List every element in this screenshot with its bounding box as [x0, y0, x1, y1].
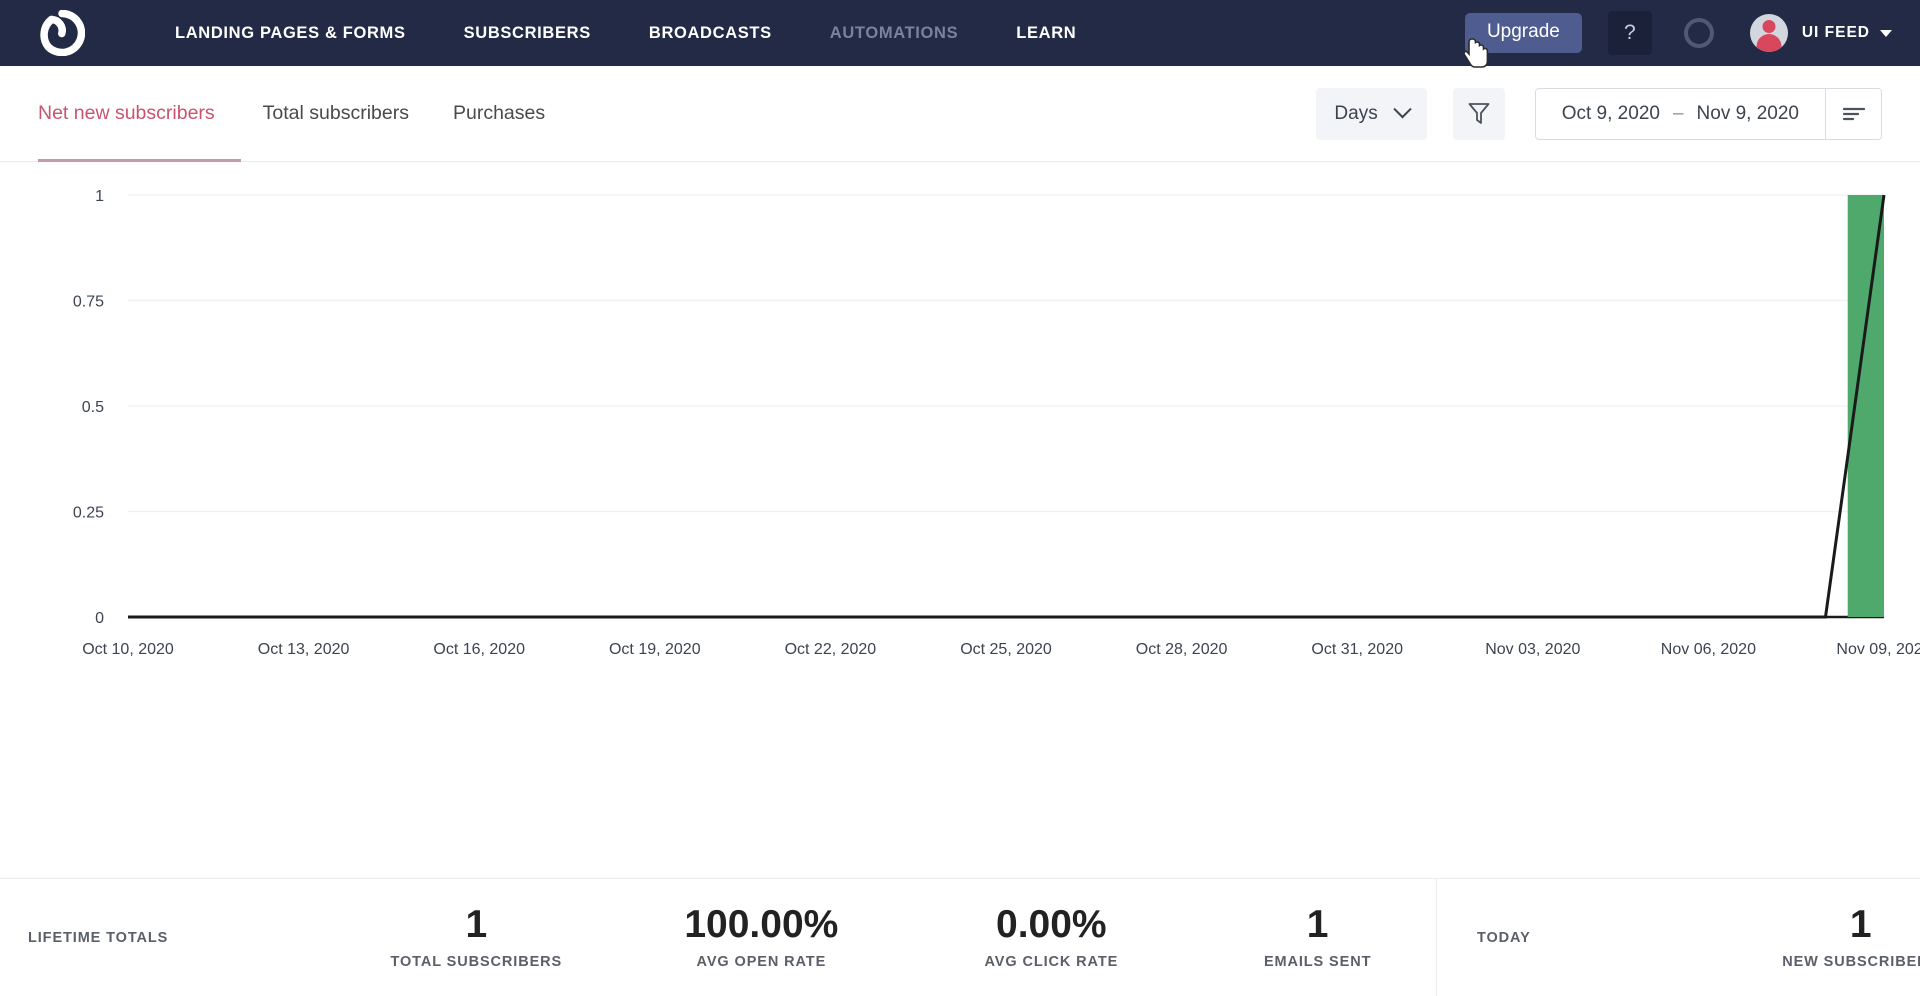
x-axis-tick-label: Oct 13, 2020 [258, 641, 350, 658]
date-range-dash: – [1673, 103, 1684, 125]
nav-item-landing-pages-and-forms[interactable]: LANDING PAGES & FORMS [146, 0, 435, 66]
x-axis-tick-label: Oct 25, 2020 [960, 641, 1052, 658]
stat-caption: AVG CLICK RATE [984, 954, 1118, 970]
top-navigation-bar: LANDING PAGES & FORMS SUBSCRIBERS BROADC… [0, 0, 1920, 66]
today-section: TODAY 1 NEW SUBSCRIBERS [1437, 879, 1920, 996]
metric-tabs: Net new subscribers Total subscribers Pu… [38, 66, 567, 161]
nav-item-learn[interactable]: LEARN [987, 0, 1105, 66]
list-lines-icon [1842, 106, 1866, 122]
upgrade-button[interactable]: Upgrade [1465, 13, 1582, 54]
account-name-label: UI FEED [1802, 24, 1870, 42]
tab-total-subscribers[interactable]: Total subscribers [241, 66, 431, 161]
primary-nav-links: LANDING PAGES & FORMS SUBSCRIBERS BROADC… [146, 0, 1105, 66]
y-axis-tick-label: 0.5 [82, 399, 104, 416]
x-axis-tick-label: Oct 22, 2020 [785, 641, 877, 658]
chevron-down-icon [1393, 100, 1411, 118]
chevron-down-icon [1880, 30, 1892, 37]
date-range-input[interactable]: Oct 9, 2020 – Nov 9, 2020 [1536, 89, 1825, 139]
date-preset-menu-button[interactable] [1825, 89, 1881, 139]
stat-avg-open-rate: 100.00% AVG OPEN RATE [619, 905, 903, 971]
stat-emails-sent: 1 EMAILS SENT [1199, 905, 1436, 971]
x-axis-tick-label: Oct 10, 2020 [82, 641, 174, 658]
x-axis-tick-label: Oct 31, 2020 [1311, 641, 1403, 658]
chart-bar[interactable] [1848, 195, 1884, 617]
stat-caption: TOTAL SUBSCRIBERS [391, 954, 563, 970]
chart-canvas: 0 0.25 0.5 0.75 1 Oct 10, 2020 Oct 13, 2020 Oct… [0, 162, 1920, 772]
date-range-end: Nov 9, 2020 [1697, 103, 1799, 125]
stat-value: 1 [465, 905, 487, 946]
filter-button[interactable] [1453, 88, 1505, 140]
tab-purchases[interactable]: Purchases [431, 66, 567, 161]
chart-controls: Days Oct 9, 2020 – Nov 9, 2020 [1316, 88, 1882, 140]
net-new-subscribers-chart[interactable]: 0 0.25 0.5 0.75 1 Oct 10, 2020 Oct 13, 2020 Oct… [0, 162, 1920, 772]
circle-ring-icon[interactable] [1684, 18, 1714, 48]
y-axis-tick-label: 0.25 [73, 505, 104, 522]
nav-item-subscribers[interactable]: SUBSCRIBERS [435, 0, 620, 66]
stat-caption: AVG OPEN RATE [697, 954, 827, 970]
analytics-tab-bar: Net new subscribers Total subscribers Pu… [0, 66, 1920, 162]
lifetime-totals-section: LIFETIME TOTALS 1 TOTAL SUBSCRIBERS 100.… [0, 879, 1437, 996]
y-axis-tick-label: 0 [95, 610, 104, 627]
help-button[interactable]: ? [1608, 11, 1652, 55]
funnel-filter-icon [1468, 102, 1490, 126]
convertkit-logo-icon[interactable] [34, 5, 90, 61]
nav-item-automations[interactable]: AUTOMATIONS [801, 0, 987, 66]
x-axis-tick-label: Nov 09, 2020 [1836, 641, 1920, 658]
nav-right-cluster: Upgrade ? UI FEED [1465, 11, 1898, 55]
stat-caption: EMAILS SENT [1264, 954, 1371, 970]
avatar [1750, 14, 1788, 52]
stat-value: 100.00% [684, 905, 838, 946]
granularity-label: Days [1334, 103, 1377, 125]
lifetime-totals-caption: LIFETIME TOTALS [28, 930, 168, 946]
date-range-picker: Oct 9, 2020 – Nov 9, 2020 [1535, 88, 1882, 140]
x-axis-tick-label: Oct 19, 2020 [609, 641, 701, 658]
stat-new-subscribers: 1 NEW SUBSCRIBERS [1721, 905, 1920, 971]
x-axis-tick-label: Oct 28, 2020 [1136, 641, 1228, 658]
stat-total-subscribers: 1 TOTAL SUBSCRIBERS [353, 905, 599, 971]
summary-stats-bar: LIFETIME TOTALS 1 TOTAL SUBSCRIBERS 100.… [0, 878, 1920, 996]
x-axis-tick-label: Nov 06, 2020 [1661, 641, 1756, 658]
granularity-select[interactable]: Days [1316, 88, 1426, 140]
y-axis-tick-label: 0.75 [73, 294, 104, 311]
stat-avg-click-rate: 0.00% AVG CLICK RATE [909, 905, 1193, 971]
tab-net-new-subscribers[interactable]: Net new subscribers [38, 66, 241, 161]
nav-item-broadcasts[interactable]: BROADCASTS [620, 0, 801, 66]
today-caption: TODAY [1477, 930, 1531, 946]
account-menu[interactable]: UI FEED [1750, 14, 1898, 52]
x-axis-tick-label: Nov 03, 2020 [1485, 641, 1580, 658]
date-range-start: Oct 9, 2020 [1562, 103, 1660, 125]
y-axis-tick-label: 1 [95, 188, 104, 205]
stat-value: 1 [1850, 905, 1872, 946]
stat-value: 0.00% [996, 905, 1107, 946]
stat-value: 1 [1307, 905, 1329, 946]
stat-caption: NEW SUBSCRIBERS [1782, 954, 1920, 970]
x-axis-tick-label: Oct 16, 2020 [433, 641, 525, 658]
